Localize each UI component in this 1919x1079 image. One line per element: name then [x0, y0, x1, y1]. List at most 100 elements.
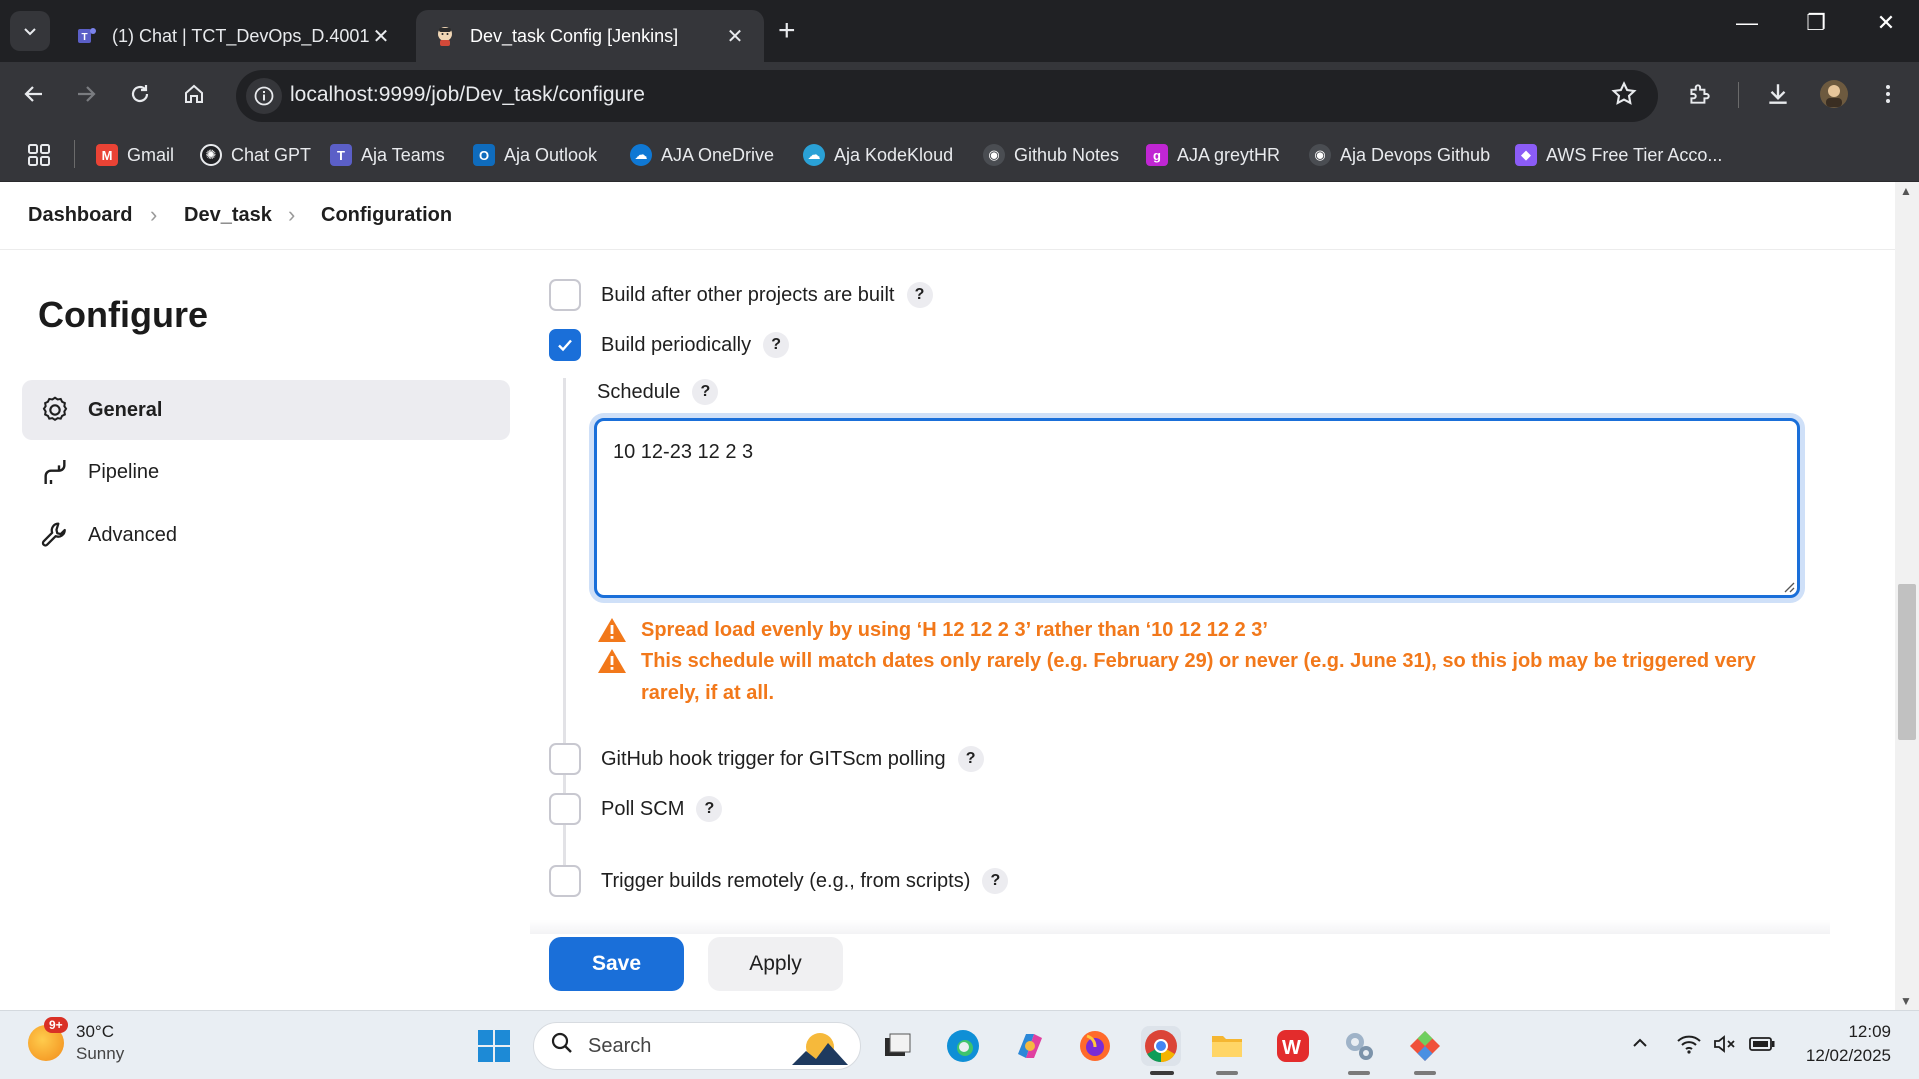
apps-grid-icon[interactable] [26, 142, 52, 173]
battery-icon[interactable] [1748, 1033, 1776, 1061]
browser-tab-teams-chat[interactable]: T (1) Chat | TCT_DevOps_D.4001 | ✕ [58, 10, 410, 62]
warning-text: Spread load evenly by using ‘H 12 12 2 3… [641, 619, 1268, 641]
taskbar-settings-app[interactable] [1339, 1026, 1379, 1066]
help-icon[interactable]: ? [692, 379, 719, 405]
scroll-up-arrow-icon[interactable]: ▲ [1900, 184, 1912, 198]
schedule-textarea[interactable] [597, 421, 1797, 595]
scroll-thumb[interactable] [1898, 584, 1916, 740]
chevron-up-icon [1633, 1038, 1647, 1047]
download-icon [1769, 84, 1787, 104]
bookmark-gmail[interactable]: M Gmail [96, 128, 174, 182]
start-button[interactable] [474, 1026, 514, 1066]
home-button[interactable] [176, 76, 212, 112]
sidebar-item-pipeline[interactable]: Pipeline [22, 442, 510, 502]
breadcrumb-configuration[interactable]: Configuration [321, 204, 452, 227]
sidebar-item-label: Pipeline [88, 460, 160, 483]
help-icon[interactable]: ? [696, 796, 723, 822]
help-icon[interactable]: ? [906, 282, 933, 308]
restore-button[interactable]: ❐ [1796, 10, 1836, 36]
trigger-remote-row: Trigger builds remotely (e.g., from scri… [549, 865, 1009, 897]
bookmarks-bar: M Gmail ✺ Chat GPT T Aja Teams O Aja Outlook… [0, 128, 1919, 182]
site-info-icon[interactable] [246, 78, 282, 114]
address-bar[interactable]: localhost:9999/job/Dev_task/configure [236, 70, 1658, 122]
wifi-icon[interactable] [1676, 1033, 1702, 1061]
taskbar-edge[interactable] [943, 1026, 983, 1066]
breadcrumb-dev-task[interactable]: Dev_task [184, 204, 272, 227]
chrome-icon [1145, 1030, 1177, 1062]
build-periodically-checkbox[interactable] [549, 329, 581, 361]
jenkins-icon [434, 25, 456, 47]
taskbar-file-explorer[interactable] [1207, 1026, 1247, 1066]
github-hook-label: GitHub hook trigger for GITScm polling [601, 747, 946, 770]
tab-search-button[interactable] [10, 11, 50, 51]
browser-menu-button[interactable] [1870, 76, 1906, 112]
checkmark-icon [558, 339, 572, 352]
close-window-button[interactable]: ✕ [1866, 10, 1906, 36]
extensions-button[interactable] [1681, 76, 1717, 112]
sidebar-item-label: General [88, 398, 163, 421]
bookmark-aja-teams[interactable]: T Aja Teams [330, 128, 445, 182]
search-placeholder: Search [588, 1034, 652, 1057]
bookmark-aja-devops-github[interactable]: ◉ Aja Devops Github [1309, 128, 1490, 182]
bookmark-github-notes[interactable]: ◉ Github Notes [983, 128, 1119, 182]
reload-icon [131, 85, 149, 103]
bookmark-star-icon[interactable] [1610, 80, 1638, 113]
show-hidden-icons-button[interactable] [1630, 1033, 1650, 1059]
firefox-icon [1080, 1031, 1110, 1061]
bookmark-separator [74, 140, 75, 168]
github-hook-checkbox[interactable] [549, 743, 581, 775]
cube-icon: ◆ [1515, 144, 1537, 166]
build-periodically-row: Build periodically ? [549, 329, 790, 361]
reload-button[interactable] [122, 76, 158, 112]
bookmark-aja-greythr[interactable]: g AJA greytHR [1146, 128, 1280, 182]
resize-handle-icon[interactable] [1781, 579, 1795, 593]
avatar-icon [1820, 80, 1848, 108]
chevron-right-icon: › [150, 202, 158, 227]
profile-avatar[interactable] [1816, 76, 1852, 112]
taskbar-firefox[interactable] [1075, 1026, 1115, 1066]
help-icon[interactable]: ? [957, 746, 984, 772]
svg-text:T: T [82, 32, 88, 43]
minimize-button[interactable]: — [1727, 10, 1767, 36]
help-icon[interactable]: ? [763, 332, 790, 358]
clock-time: 12:09 [1848, 1022, 1891, 1041]
arrow-left-icon [24, 86, 42, 102]
close-tab-icon[interactable]: ✕ [370, 24, 392, 49]
back-button[interactable] [16, 76, 52, 112]
bookmark-aja-kodekloud[interactable]: ☁ Aja KodeKloud [803, 128, 953, 182]
taskbar-search-box[interactable]: Search [533, 1022, 861, 1070]
system-clock[interactable]: 12:09 12/02/2025 [1795, 1020, 1891, 1068]
schedule-label: Schedule [597, 380, 681, 403]
build-after-checkbox[interactable] [549, 279, 581, 311]
browser-tab-jenkins-config[interactable]: Dev_task Config [Jenkins] ✕ [416, 10, 764, 62]
github-icon: ◉ [983, 144, 1005, 166]
volume-muted-icon[interactable] [1712, 1033, 1738, 1061]
taskbar-copilot[interactable] [1010, 1026, 1050, 1066]
bookmark-aja-outlook[interactable]: O Aja Outlook [473, 128, 597, 182]
bookmark-aws-free-tier[interactable]: ◆ AWS Free Tier Acco... [1515, 128, 1722, 182]
bookmark-chat-gpt[interactable]: ✺ Chat GPT [200, 128, 311, 182]
help-icon[interactable]: ? [982, 868, 1009, 894]
scroll-down-arrow-icon[interactable]: ▼ [1900, 994, 1912, 1008]
sidebar-item-general[interactable]: General [22, 380, 510, 440]
taskbar-wps-office[interactable]: W [1273, 1026, 1313, 1066]
taskbar-git-app[interactable] [1405, 1026, 1445, 1066]
apply-button[interactable]: Apply [708, 937, 843, 991]
taskbar-task-view[interactable] [877, 1026, 917, 1066]
taskbar-chrome[interactable] [1141, 1026, 1181, 1066]
tab-title: (1) Chat | TCT_DevOps_D.4001 | [112, 25, 370, 46]
poll-scm-checkbox[interactable] [549, 793, 581, 825]
forward-button[interactable] [68, 76, 104, 112]
downloads-button[interactable] [1760, 76, 1796, 112]
trigger-remote-checkbox[interactable] [549, 865, 581, 897]
new-tab-button[interactable]: + [778, 14, 796, 48]
schedule-field-wrapper [594, 418, 1800, 598]
sidebar-item-advanced[interactable]: Advanced [22, 505, 510, 565]
weather-widget[interactable]: 9+ 30°C Sunny [28, 1017, 124, 1065]
home-icon [185, 84, 203, 103]
close-tab-icon[interactable]: ✕ [724, 24, 746, 49]
breadcrumb-dashboard[interactable]: Dashboard [28, 204, 132, 227]
bookmark-aja-onedrive[interactable]: ☁ AJA OneDrive [630, 128, 774, 182]
folder-icon [1212, 1036, 1242, 1057]
save-button[interactable]: Save [549, 937, 684, 991]
